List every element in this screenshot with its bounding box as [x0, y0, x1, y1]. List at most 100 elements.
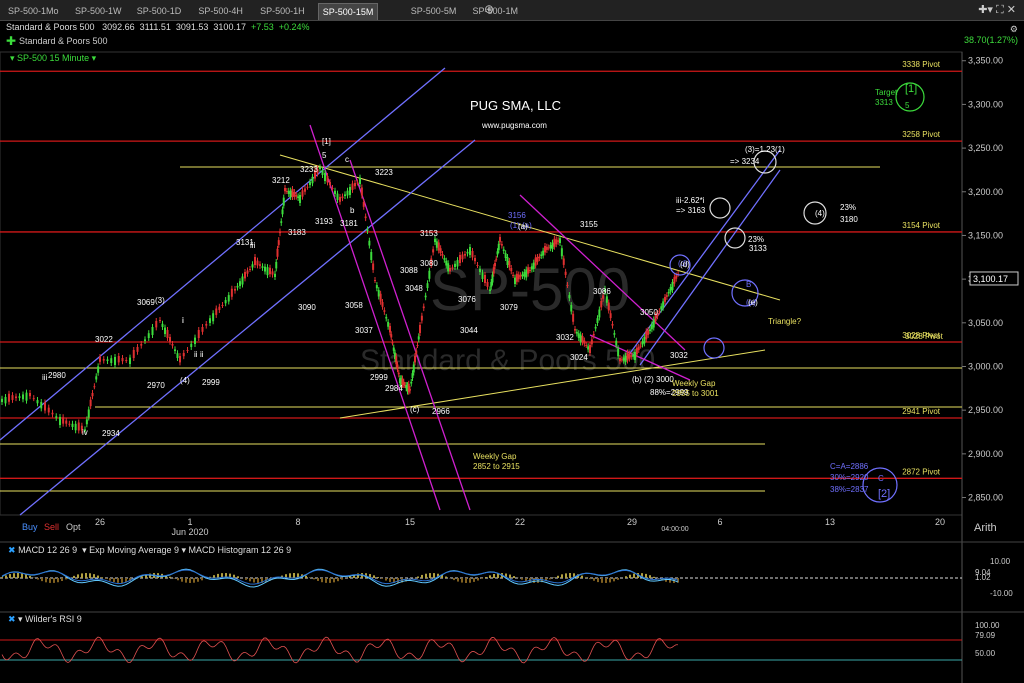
- candle-body: [280, 221, 283, 223]
- candle-body: [275, 261, 278, 269]
- price-tick-label: 3,200.00: [968, 187, 1003, 197]
- candle-body: [77, 422, 80, 431]
- annotation: 5: [322, 151, 327, 160]
- candle-body: [36, 400, 39, 404]
- candle-body: [336, 193, 339, 200]
- macd-tick: -10.00: [990, 589, 1013, 598]
- candle-body: [11, 395, 14, 400]
- annotation: 3024: [570, 353, 588, 362]
- date-label: 29: [627, 517, 637, 527]
- macd-tick: 10.00: [990, 557, 1011, 566]
- candle-body: [186, 350, 189, 351]
- channel-line: [0, 67, 446, 441]
- candle-body: [65, 420, 68, 424]
- annotation: B: [746, 280, 751, 289]
- candle-body: [212, 313, 215, 322]
- date-label: 26: [95, 517, 105, 527]
- candle-body: [299, 195, 301, 203]
- candle-body: [506, 257, 509, 265]
- annotation: iii-2.62*i: [676, 196, 705, 205]
- date-label: 13: [825, 517, 835, 527]
- wave-d2-circle: [703, 337, 725, 359]
- candle-body: [605, 296, 608, 303]
- candle-body: [456, 260, 459, 267]
- price-tick-label: 3,150.00: [968, 230, 1003, 240]
- annotation: 3022: [95, 335, 113, 344]
- candle-body: [553, 238, 556, 247]
- candle-body: [598, 309, 601, 318]
- candle-body: [281, 209, 284, 215]
- candle-body: [508, 261, 511, 268]
- candle-body: [277, 240, 280, 245]
- annotation: 3193: [315, 217, 333, 226]
- candle-body: [218, 306, 221, 310]
- candle-body: [15, 396, 17, 399]
- candle-body: [454, 263, 456, 267]
- annotation: 23%: [840, 203, 856, 212]
- magenta-line: [349, 159, 471, 511]
- buy-link: Buy: [22, 522, 38, 532]
- candle-body: [443, 258, 446, 260]
- wave-label: i: [182, 316, 184, 325]
- candle-body: [434, 238, 436, 242]
- rsi-title: ✖ ▾ Wilder's RSI 9: [8, 614, 82, 624]
- time-marker: 04:00:00: [661, 526, 688, 533]
- candle-body: [451, 267, 454, 269]
- candle-body: [491, 274, 494, 283]
- candle-body: [171, 344, 174, 346]
- candle-body: [51, 412, 54, 415]
- candle-body: [396, 364, 399, 370]
- candle-body: [334, 190, 336, 194]
- candle-body: [295, 195, 298, 197]
- wave-iv-circle: [724, 227, 746, 249]
- candle-body: [583, 340, 586, 344]
- candle-body: [632, 355, 635, 357]
- chart-canvas[interactable]: SP-500Standard & Poors 500PUG SMA, LLCww…: [0, 0, 1024, 683]
- candle-body: [387, 321, 390, 327]
- candle-body: [269, 267, 271, 275]
- brand-title: PUG SMA, LLC: [470, 98, 561, 113]
- candle-body: [362, 202, 365, 207]
- candle-body: [559, 238, 561, 243]
- candle-body: [471, 251, 474, 258]
- candle-body: [125, 360, 128, 361]
- wave-label: (a): [518, 222, 528, 231]
- candle-body: [174, 349, 176, 351]
- price-tick-label: 2,900.00: [968, 449, 1003, 459]
- date-label: Jun 2020: [171, 527, 208, 537]
- candle-body: [575, 331, 578, 334]
- annotation: 3080: [420, 259, 438, 268]
- macd-title: ✖ MACD 12 26 9 ▾ Exp Moving Average 9 ▾ …: [8, 545, 292, 555]
- candle-body: [176, 353, 179, 358]
- annotation: 3076: [458, 295, 476, 304]
- annotation: 23%: [748, 235, 764, 244]
- candle-body: [635, 347, 638, 355]
- candle-body: [114, 357, 116, 365]
- candle-body: [643, 336, 646, 344]
- wave-label: (3): [155, 296, 165, 305]
- candle-body: [102, 359, 105, 361]
- candle-body: [71, 423, 74, 427]
- price-tick-label: 3,000.00: [968, 361, 1003, 371]
- candle-body: [254, 257, 256, 265]
- candle-body: [409, 389, 411, 391]
- annotation: 2955 to 3001: [672, 389, 719, 398]
- candle-body: [89, 399, 92, 407]
- candle-body: [155, 321, 158, 328]
- pivot-label: 2872 Pivot: [902, 467, 941, 476]
- candle-body: [664, 297, 666, 302]
- wave-label: c: [345, 155, 349, 164]
- candle-body: [379, 293, 382, 302]
- candle-body: [555, 239, 558, 245]
- candle-body: [521, 274, 524, 276]
- wave-label: ii: [194, 350, 198, 359]
- candle-body: [415, 350, 418, 354]
- candle-body: [161, 323, 164, 327]
- annotation: 3183: [288, 228, 306, 237]
- candle-body: [479, 268, 481, 272]
- candle-body: [609, 313, 612, 319]
- annotation: [1]: [905, 83, 917, 95]
- candle-body: [374, 280, 376, 281]
- annotation: 3044: [460, 326, 478, 335]
- candle-body: [615, 340, 618, 346]
